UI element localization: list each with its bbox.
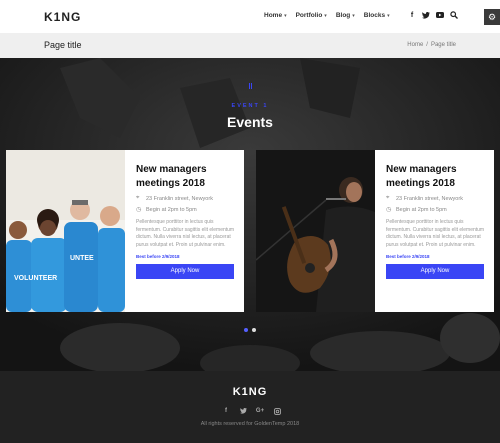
site-header: K1NG Home ▾ Portfolio ▾ Blog ▾ Blocks ▾ f ⚙	[0, 0, 500, 33]
nav-portfolio[interactable]: Portfolio ▾	[296, 12, 327, 19]
footer-social: f G+	[222, 406, 281, 416]
events-title: Events	[227, 114, 273, 130]
event-address: ⌖ 23 Franklin street, Newyork	[386, 195, 486, 202]
chevron-down-icon: ▾	[284, 12, 287, 19]
nav-blocks-label: Blocks	[363, 12, 386, 19]
chevron-down-icon: ▾	[387, 12, 390, 19]
footer-logo[interactable]: K1NG	[0, 386, 500, 398]
event-card: New managers meetings 2018 ⌖ 23 Franklin …	[256, 150, 494, 312]
facebook-icon[interactable]: f	[408, 10, 416, 20]
nav-blog-label: Blog	[335, 12, 351, 19]
event-best-before: Best before 2/9/2018	[386, 254, 430, 259]
event-time: ◷ Begin at 2pm to 5pm	[386, 206, 486, 214]
event-address-text: 23 Franklin street, Newyork	[146, 195, 213, 202]
carousel-dot-2[interactable]	[252, 328, 256, 332]
svg-text:VOLUNTEER: VOLUNTEER	[14, 275, 57, 282]
event-card-body: New managers meetings 2018 ⌖ 23 Franklin …	[386, 163, 486, 279]
carousel-pagination	[244, 328, 256, 332]
facebook-icon[interactable]: f	[222, 406, 230, 416]
nav-home-label: Home	[264, 12, 283, 19]
carousel-dot-1[interactable]	[244, 328, 248, 332]
event-title[interactable]: New managers meetings 2018	[136, 163, 236, 191]
twitter-icon[interactable]	[239, 406, 247, 416]
instagram-icon[interactable]	[273, 406, 281, 416]
event-time: ◷ Begin at 2pm to 5pm	[136, 206, 236, 214]
event-time-text: Begin at 2pm to 5pm	[146, 206, 197, 213]
location-pin-icon: ⌖	[386, 195, 390, 201]
event-card: VOLUNTEER UNTEE New managers meetings 20…	[6, 150, 244, 312]
copyright-text: All rights reserved for GoldenTemp 2018	[200, 421, 300, 427]
main-nav: Home ▾ Portfolio ▾ Blog ▾ Blocks ▾	[264, 12, 390, 19]
event-description: Pellentesque porttitor in lectus quis fe…	[136, 219, 235, 248]
apply-now-button[interactable]: Apply Now	[386, 264, 484, 279]
header-social: f	[408, 10, 458, 20]
site-logo[interactable]: K1NG	[44, 10, 81, 24]
event-description: Pellentesque porttitor in lectus quis fe…	[386, 219, 485, 248]
youtube-icon[interactable]	[436, 10, 444, 20]
breadcrumb-current: Page title	[430, 42, 456, 48]
event-address: ⌖ 23 Franklin street, Newyork	[136, 195, 236, 202]
nav-home[interactable]: Home ▾	[264, 12, 287, 19]
page-title-bar: Page title Home / Page title	[0, 33, 500, 58]
event-time-text: Begin at 2pm to 5pm	[396, 206, 447, 213]
location-pin-icon: ⌖	[136, 195, 140, 201]
gear-icon[interactable]: ⚙	[484, 9, 500, 25]
nav-blocks[interactable]: Blocks ▾	[364, 12, 390, 19]
site-footer: K1NG f G+ All rights reserved for Golden…	[0, 371, 500, 443]
events-subtitle: EVENT 1	[231, 103, 269, 109]
breadcrumb-home[interactable]: Home	[407, 42, 423, 48]
chevron-down-icon: ▾	[324, 12, 327, 19]
breadcrumb-separator: /	[426, 42, 428, 48]
svg-text:UNTEE: UNTEE	[70, 255, 94, 262]
events-section: EVENT 1 Events VOLUNTEER UNTEE New manag…	[0, 58, 500, 371]
event-card-body: New managers meetings 2018 ⌖ 23 Franklin …	[136, 163, 236, 279]
twitter-icon[interactable]	[422, 10, 430, 20]
nav-portfolio-label: Portfolio	[295, 12, 323, 19]
clock-icon: ◷	[136, 207, 142, 213]
chevron-down-icon: ▾	[352, 12, 355, 19]
event-best-before: Best before 2/9/2018	[136, 254, 180, 259]
event-title[interactable]: New managers meetings 2018	[386, 163, 486, 191]
clock-icon: ◷	[386, 207, 392, 213]
breadcrumb: Home / Page title	[407, 42, 456, 48]
events-divider	[247, 83, 253, 89]
page-title: Page title	[44, 40, 82, 50]
apply-now-button[interactable]: Apply Now	[136, 264, 234, 279]
nav-blog[interactable]: Blog ▾	[336, 12, 355, 19]
event-image-guitarist	[256, 150, 375, 312]
search-icon[interactable]	[450, 10, 458, 20]
event-address-text: 23 Franklin street, Newyork	[396, 195, 463, 202]
google-plus-icon[interactable]: G+	[256, 406, 264, 416]
event-image-volunteers: VOLUNTEER UNTEE	[6, 150, 125, 312]
